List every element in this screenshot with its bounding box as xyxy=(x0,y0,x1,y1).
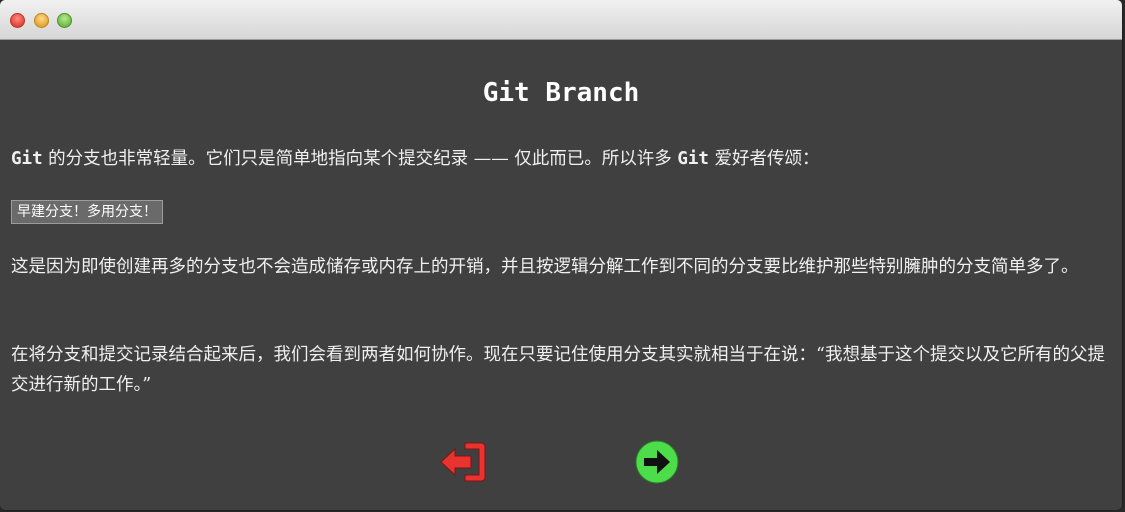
minimize-window-button[interactable] xyxy=(34,13,49,28)
app-window: Git Branch Git 的分支也非常轻量。它们只是简单地指向某个提交纪录 … xyxy=(0,0,1122,510)
intro-text-1: 的分支也非常轻量。它们只是简单地指向某个提交纪录 —— 仅此而已。所以许多 xyxy=(42,149,678,169)
git-term: Git xyxy=(677,149,709,169)
summary-paragraph: 在将分支和提交记录结合起来后，我们会看到两者如何协作。现在只要记住使用分支其实就… xyxy=(11,345,1105,395)
exit-dialog-button[interactable] xyxy=(438,438,488,486)
arrow-right-circle-icon xyxy=(635,440,679,484)
branch-motto-quote: 早建分支！多用分支！ xyxy=(11,200,163,224)
dialog-content: Git Branch Git 的分支也非常轻量。它们只是简单地指向某个提交纪录 … xyxy=(0,40,1122,510)
zoom-window-button[interactable] xyxy=(57,13,72,28)
exit-door-icon xyxy=(440,442,486,482)
explanation-paragraph: 这是因为即使创建再多的分支也不会造成储存或内存上的开销，并且按逻辑分解工作到不同… xyxy=(11,257,1079,277)
close-window-button[interactable] xyxy=(10,13,25,28)
title-bar xyxy=(0,0,1122,40)
intro-paragraph: Git 的分支也非常轻量。它们只是简单地指向某个提交纪录 —— 仅此而已。所以许… xyxy=(11,144,1106,174)
dialog-title: Git Branch xyxy=(482,78,640,108)
next-step-button[interactable] xyxy=(632,438,682,486)
intro-text-2: 爱好者传颂： xyxy=(708,149,820,169)
git-term: Git xyxy=(11,149,43,169)
